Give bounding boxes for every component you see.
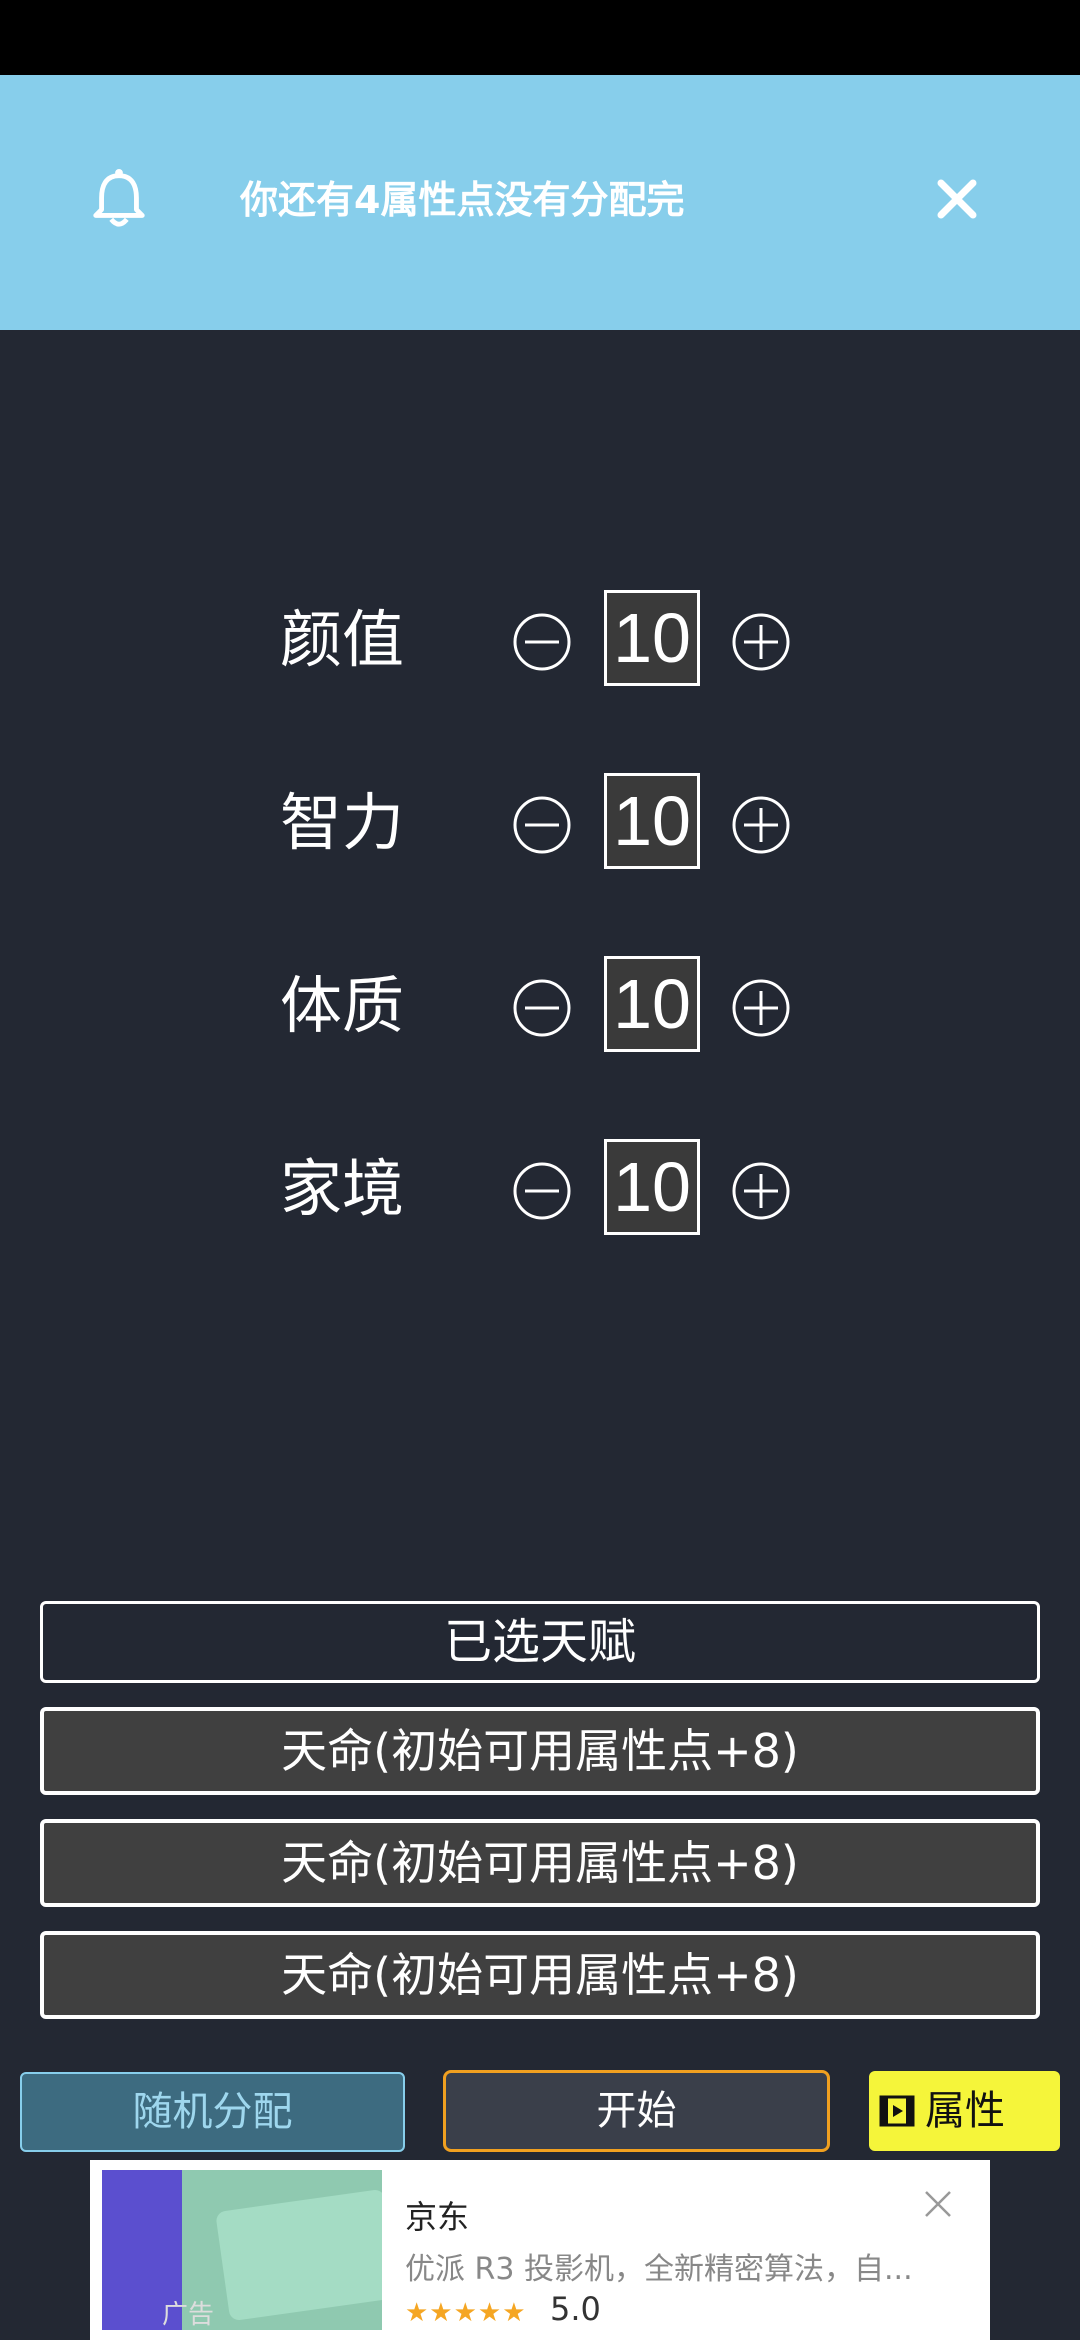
talent-item[interactable]: 天命(初始可用属性点+8): [40, 1931, 1040, 2019]
minus-circle-icon[interactable]: [512, 612, 572, 672]
talent-item[interactable]: 天命(初始可用属性点+8): [40, 1819, 1040, 1907]
notification-message: 你还有4属性点没有分配完: [240, 178, 685, 222]
random-allocate-button[interactable]: 随机分配: [20, 2072, 405, 2152]
ad-image: 广告: [102, 2170, 382, 2330]
attribute-row-appearance: 颜值 10: [0, 590, 1080, 690]
plus-circle-icon[interactable]: [731, 978, 791, 1038]
attribute-bonus-button[interactable]: 属性+5: [869, 2071, 1060, 2214]
ad-tag: 广告: [162, 2300, 215, 2330]
attribute-row-family: 家境 10: [0, 1139, 1080, 1239]
attribute-row-intelligence: 智力 10: [0, 773, 1080, 873]
start-button[interactable]: 开始: [443, 2070, 830, 2152]
attribute-value: 10: [604, 590, 700, 686]
minus-circle-icon[interactable]: [512, 1161, 572, 1221]
talent-item[interactable]: 天命(初始可用属性点+8): [40, 1707, 1040, 1795]
notification-banner: 你还有4属性点没有分配完: [0, 75, 1080, 330]
star-rating-icon: ★★★★★: [405, 2298, 527, 2328]
ad-description: 优派 R3 投影机，全新精密算法，自...: [405, 2252, 913, 2287]
attribute-value: 10: [604, 773, 700, 869]
film-icon: [879, 2095, 915, 2127]
attribute-value: 10: [604, 956, 700, 1052]
attribute-row-constitution: 体质 10: [0, 956, 1080, 1056]
status-bar: [0, 0, 1080, 75]
minus-circle-icon[interactable]: [512, 795, 572, 855]
bell-icon: [93, 168, 145, 227]
selected-talents-header: 已选天赋: [40, 1601, 1040, 1683]
plus-circle-icon[interactable]: [731, 1161, 791, 1221]
attribute-value: 10: [604, 1139, 700, 1235]
attribute-label: 颜值: [280, 603, 405, 676]
minus-circle-icon[interactable]: [512, 978, 572, 1038]
attribute-label: 智力: [280, 786, 405, 859]
attribute-label: 体质: [280, 969, 405, 1042]
close-icon[interactable]: [935, 177, 979, 221]
attribute-label: 家境: [280, 1152, 405, 1225]
ad-product: [215, 2188, 382, 2322]
ad-close-icon[interactable]: [922, 2188, 954, 2220]
ad-rating: 5.0: [550, 2290, 601, 2328]
ad-banner[interactable]: 广告 京东 优派 R3 投影机，全新精密算法，自... ★★★★★ 5.0: [90, 2160, 990, 2340]
plus-circle-icon[interactable]: [731, 612, 791, 672]
plus-circle-icon[interactable]: [731, 795, 791, 855]
ad-brand: 京东: [405, 2198, 470, 2236]
